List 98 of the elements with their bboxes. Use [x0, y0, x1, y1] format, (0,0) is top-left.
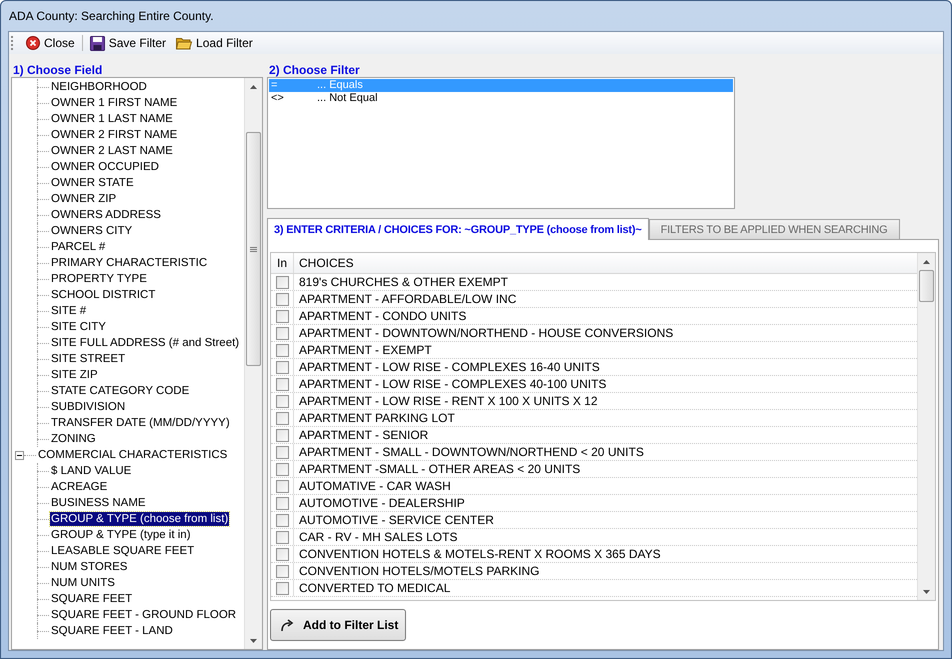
checkbox[interactable]	[276, 514, 288, 526]
tab[interactable]: 3) ENTER CRITERIA / CHOICES FOR: ~GROUP_TYPE (choose from list)~	[267, 218, 649, 240]
checkbox[interactable]	[276, 446, 288, 458]
tree-item[interactable]: OWNER 1 LAST NAME	[50, 112, 174, 126]
table-cell-text: APARTMENT - DOWNTOWN/NORTHEND - HOUSE CONVERSIONS	[298, 325, 674, 341]
scroll-up-icon[interactable]	[923, 260, 930, 264]
tree-item[interactable]: STATE CATEGORY CODE	[50, 384, 190, 398]
tree-item[interactable]: NUM UNITS	[50, 576, 116, 590]
tree-item[interactable]: SITE ZIP	[50, 368, 99, 382]
tree-item[interactable]: GROUP & TYPE (type it in)	[50, 528, 192, 542]
table-cell-text: APARTMENT - AFFORDABLE/LOW INC	[298, 291, 518, 307]
scroll-down-icon[interactable]	[923, 590, 930, 594]
checkbox[interactable]	[276, 530, 288, 544]
tree-item[interactable]: TRANSFER DATE (MM/DD/YYYY)	[50, 416, 231, 430]
tree-item[interactable]: NEIGHBORHOOD	[50, 80, 148, 94]
tree-item[interactable]: SITE #	[50, 304, 88, 318]
tree-item[interactable]: NUM STORES	[50, 560, 128, 574]
table-cell-text: CONVENTION HOTELS/MOTELS PARKING	[298, 563, 540, 579]
table-cell-text: APARTMENT -SMALL - OTHER AREAS < 20 UNITS	[298, 461, 582, 477]
checkbox[interactable]	[276, 292, 288, 306]
table-cell-text: APARTMENT - LOW RISE - COMPLEXES 40-100 UNITS	[298, 376, 608, 392]
tree-item[interactable]: ZONING	[50, 432, 97, 446]
checkbox[interactable]	[276, 378, 288, 390]
tree-item[interactable]: SITE STREET	[50, 352, 126, 366]
table-cell-text: CONVENTION HOTELS & MOTELS-RENT X ROOMS X 365 DAYS	[298, 546, 662, 562]
table-cell-text: APARTMENT - SENIOR	[298, 427, 430, 443]
tree-item[interactable]: OWNER ZIP	[50, 192, 118, 206]
tree-item[interactable]: $ LAND VALUE	[50, 464, 132, 478]
tree-item[interactable]: ACREAGE	[50, 480, 108, 494]
table-cell-text: AUTOMOTIVE - SERVICE CENTER	[298, 512, 495, 528]
tree-item[interactable]: OWNERS CITY	[50, 224, 134, 238]
tree-item[interactable]: PROPERTY TYPE	[50, 272, 148, 286]
table-cell-text: APARTMENT PARKING LOT	[298, 410, 456, 426]
window-title: ADA County: Searching Entire County.	[9, 9, 214, 23]
checkbox[interactable]	[276, 310, 288, 322]
add-to-filter-list-button[interactable]: Add to Filter List	[270, 609, 406, 641]
tree-item[interactable]: BUSINESS NAME	[50, 496, 147, 510]
curved-arrow-icon	[279, 617, 295, 633]
collapse-icon[interactable]	[15, 450, 24, 460]
tree-item[interactable]: OWNER 2 LAST NAME	[50, 144, 174, 158]
tree-item[interactable]: SITE CITY	[50, 320, 107, 334]
checkbox[interactable]	[276, 326, 288, 340]
checkbox[interactable]	[276, 582, 288, 594]
checkbox[interactable]	[276, 548, 288, 560]
checkbox[interactable]	[276, 462, 288, 476]
scroll-up-icon[interactable]	[250, 84, 257, 88]
tree-item[interactable]: PARCEL #	[50, 240, 106, 254]
tree-item[interactable]: COMMERCIAL CHARACTERISTICS	[37, 448, 228, 462]
tree-item[interactable]: LEASABLE SQUARE FEET	[50, 544, 196, 558]
tree-item[interactable]: SCHOOL DISTRICT	[50, 288, 156, 302]
scrollbar[interactable]	[917, 253, 935, 600]
table-cell-text: CONVERTED TO MEDICAL	[298, 580, 452, 596]
column-header: In	[271, 253, 294, 273]
tree-item[interactable]: OWNER 1 FIRST NAME	[50, 96, 178, 110]
checkbox[interactable]	[276, 276, 288, 288]
tree-item[interactable]: GROUP & TYPE (choose from list)	[50, 512, 230, 526]
tree-item[interactable]: OWNER STATE	[50, 176, 135, 190]
tree-item[interactable]: SQUARE FEET - GROUND FLOOR	[50, 608, 238, 622]
checkbox[interactable]	[276, 412, 288, 424]
load-filter-button[interactable]: Load Filter	[173, 35, 256, 51]
table-cell-text: APARTMENT - CONDO UNITS	[298, 308, 468, 324]
checkbox[interactable]	[276, 344, 288, 356]
checkbox[interactable]	[276, 428, 288, 442]
tree-item[interactable]: OWNERS ADDRESS	[50, 208, 162, 222]
tree-item[interactable]: PRIMARY CHARACTERISTIC	[50, 256, 208, 270]
checkbox[interactable]	[276, 480, 288, 492]
scroll-thumb[interactable]	[919, 270, 934, 302]
tree-item[interactable]: OWNER OCCUPIED	[50, 160, 160, 174]
tree-item[interactable]: SQUARE FEET	[50, 592, 134, 606]
tab[interactable]: FILTERS TO BE APPLIED WHEN SEARCHING	[648, 219, 900, 239]
checkbox[interactable]	[276, 360, 288, 374]
table-cell-text: APARTMENT - EXEMPT	[298, 342, 433, 358]
table-cell-text: APARTMENT - LOW RISE - RENT X 100 X UNITS X 12	[298, 393, 599, 409]
save-filter-button[interactable]: Save Filter	[86, 34, 170, 52]
table-cell-text: APARTMENT - SMALL - DOWNTOWN/NORTHEND < 20 UNITS	[298, 444, 645, 460]
table-cell-text: 819's CHURCHES & OTHER EXEMPT	[298, 274, 509, 290]
scrollbar[interactable]	[244, 78, 262, 649]
section-heading: 2) Choose Filter	[268, 63, 361, 77]
section-heading: 1) Choose Field	[12, 63, 104, 77]
checkbox[interactable]	[276, 496, 288, 510]
tree-item[interactable]: SQUARE FEET - LAND	[50, 624, 174, 638]
scroll-down-icon[interactable]	[250, 638, 257, 642]
table-cell-text: AUTOMOTIVE - DEALERSHIP	[298, 495, 466, 511]
tree-item[interactable]: SITE FULL ADDRESS (# and Street)	[50, 336, 240, 350]
filter-option[interactable]: <> ... Not Equal	[269, 92, 733, 105]
tree-item[interactable]: SUBDIVISION	[50, 400, 126, 414]
folder-icon	[176, 36, 192, 50]
scroll-thumb[interactable]	[246, 132, 261, 366]
checkbox[interactable]	[276, 564, 288, 578]
close-button[interactable]: Close	[23, 35, 78, 51]
table-cell-text: APARTMENT - LOW RISE - COMPLEXES 16-40 UNITS	[298, 359, 601, 375]
table-cell-text: CAR - RV - MH SALES LOTS	[298, 529, 458, 545]
tree-item[interactable]: OWNER 2 FIRST NAME	[50, 128, 178, 142]
checkbox[interactable]	[276, 394, 288, 408]
close-icon	[26, 36, 40, 50]
column-header: CHOICES	[298, 255, 355, 272]
table-cell-text: AUTOMATIVE - CAR WASH	[298, 478, 452, 494]
grip-icon	[250, 246, 257, 252]
